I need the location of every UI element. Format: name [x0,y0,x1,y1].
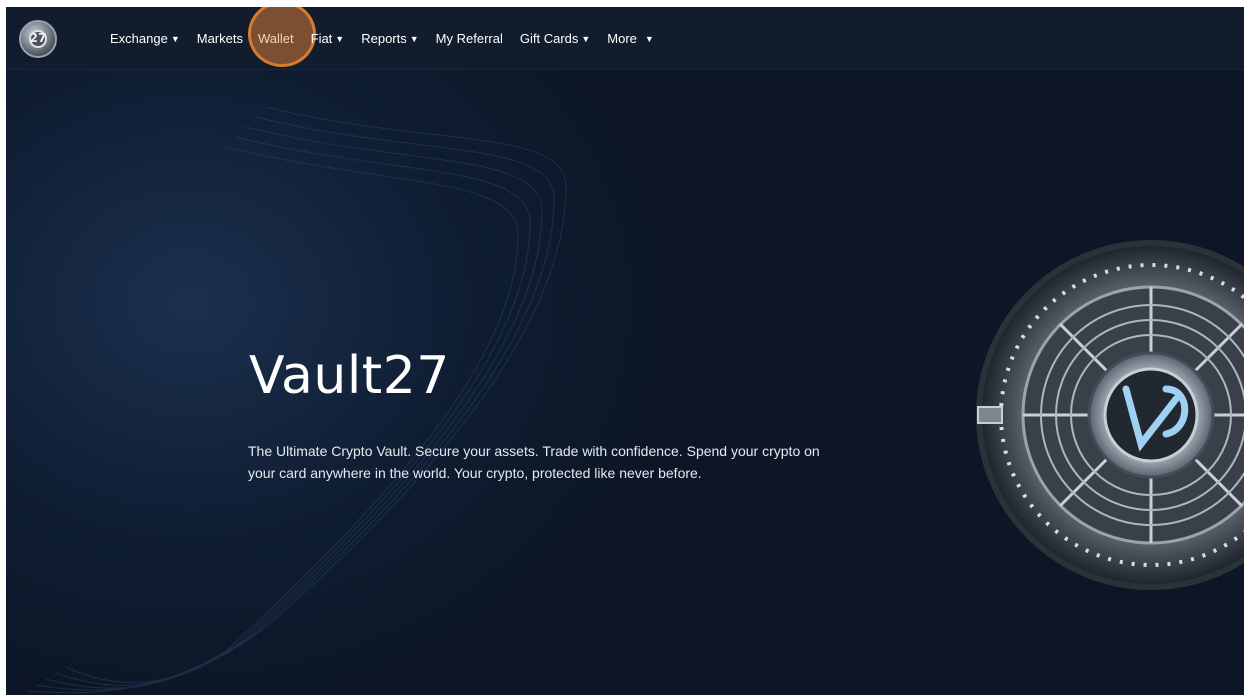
chevron-down-icon: ▼ [335,33,345,44]
nav-my-referral-label: My Referral [435,31,503,46]
nav-gift-cards[interactable]: Gift Cards ▼ [520,31,590,46]
logo-text: 27 [29,31,47,45]
nav-markets-label: Markets [196,31,243,46]
nav-my-referral[interactable]: My Referral [436,31,503,46]
main-nav: Exchange ▼ Markets Wallet Fiat ▼ Reports… [110,7,671,70]
nav-wallet-label: Wallet [257,31,294,46]
nav-gift-cards-label: Gift Cards [519,31,579,46]
nav-fiat-label: Fiat [310,31,333,46]
hero-title: Vault27 [249,346,450,406]
chevron-down-icon: ▼ [581,33,591,44]
nav-markets[interactable]: Markets [197,31,243,46]
chevron-down-icon: ▼ [170,33,180,44]
page-frame: 27 Exchange ▼ Markets Wallet Fiat ▼ Repo… [6,7,1244,695]
chevron-down-icon: ▼ [644,33,654,44]
nav-fiat[interactable]: Fiat ▼ [311,31,345,46]
vault27-logo-icon[interactable]: 27 [19,20,57,58]
nav-reports[interactable]: Reports ▼ [361,31,418,46]
nav-more[interactable]: More ▼ [607,31,654,46]
nav-exchange[interactable]: Exchange ▼ [110,31,180,46]
vault-door-icon [976,240,1244,590]
nav-reports-label: Reports [361,31,407,46]
top-navbar: 27 Exchange ▼ Markets Wallet Fiat ▼ Repo… [6,7,1244,70]
nav-more-label: More [607,31,637,46]
hero-description: The Ultimate Crypto Vault. Secure your a… [248,443,820,481]
nav-wallet[interactable]: Wallet [258,31,294,46]
nav-exchange-label: Exchange [110,31,168,46]
chevron-down-icon: ▼ [409,33,419,44]
